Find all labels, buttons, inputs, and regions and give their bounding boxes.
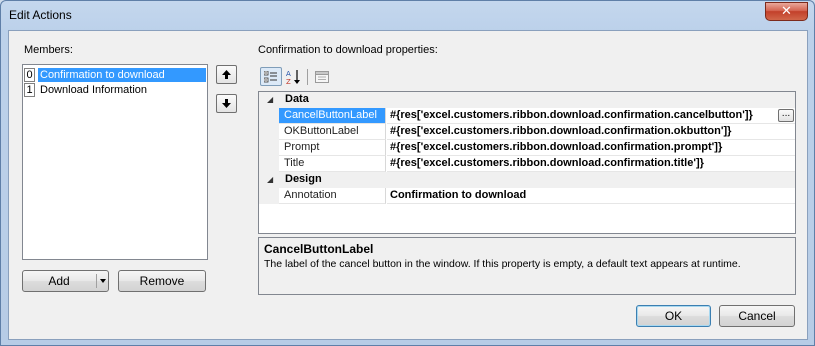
property-name[interactable]: Annotation <box>279 188 386 204</box>
title-bar[interactable]: Edit Actions ✕ <box>1 1 814 31</box>
ellipsis-button[interactable]: ... <box>778 109 794 122</box>
category-name: Data <box>285 93 309 105</box>
svg-text:Z: Z <box>286 78 291 85</box>
alphabetical-view-button[interactable]: A Z <box>284 67 304 86</box>
list-item-label: Download Information <box>40 83 148 96</box>
property-value[interactable]: #{res['excel.customers.ribbon.download.c… <box>387 140 795 156</box>
category-row-data[interactable]: ◢ Data <box>259 92 795 108</box>
property-row[interactable]: Title #{res['excel.customers.ribbon.down… <box>259 156 795 172</box>
dialog-client-area: Members: 0 Confirmation to download 1 Do… <box>8 30 808 340</box>
collapse-triangle-icon[interactable]: ◢ <box>267 175 273 184</box>
members-label: Members: <box>24 44 73 56</box>
edit-actions-dialog: Edit Actions ✕ Members: 0 Confirmation t… <box>0 0 815 346</box>
cancel-button[interactable]: Cancel <box>719 305 795 327</box>
property-pages-icon <box>315 71 329 83</box>
list-item[interactable]: 1 Download Information <box>24 82 206 97</box>
help-description: The label of the cancel button in the wi… <box>264 258 741 270</box>
move-up-button[interactable] <box>216 65 237 84</box>
row-gutter <box>259 156 279 172</box>
property-name[interactable]: OKButtonLabel <box>279 124 386 140</box>
property-help-panel: CancelButtonLabel The label of the cance… <box>258 237 796 295</box>
categorized-icon <box>264 70 277 82</box>
arrow-up-icon <box>222 70 231 79</box>
property-name[interactable]: CancelButtonLabel <box>279 108 386 124</box>
collapse-triangle-icon[interactable]: ◢ <box>267 95 273 104</box>
categorized-view-button[interactable] <box>260 67 282 86</box>
row-gutter <box>259 140 279 156</box>
category-name: Design <box>285 173 322 185</box>
property-row[interactable]: CancelButtonLabel #{res['excel.customers… <box>259 108 795 124</box>
add-split-button[interactable]: Add <box>22 270 109 292</box>
properties-heading: Confirmation to download properties: <box>258 44 438 56</box>
property-grid[interactable]: ◢ Data CancelButtonLabel #{res['excel.cu… <box>258 91 796 234</box>
row-gutter <box>259 188 279 204</box>
property-name[interactable]: Title <box>279 156 386 172</box>
window-title: Edit Actions <box>9 8 72 22</box>
cancel-button-label: Cancel <box>738 309 776 323</box>
property-row[interactable]: OKButtonLabel #{res['excel.customers.rib… <box>259 124 795 140</box>
list-item[interactable]: 0 Confirmation to download <box>24 67 206 82</box>
svg-text:A: A <box>286 70 291 78</box>
move-down-button[interactable] <box>216 94 237 113</box>
split-divider <box>96 274 97 288</box>
add-button-label: Add <box>48 274 70 288</box>
toolbar-separator <box>307 69 308 85</box>
property-row[interactable]: Annotation Confirmation to download <box>259 188 795 204</box>
property-name[interactable]: Prompt <box>279 140 386 156</box>
category-row-design[interactable]: ◢ Design <box>259 172 795 188</box>
remove-button-label: Remove <box>139 274 185 288</box>
ok-button[interactable]: OK <box>636 305 711 327</box>
property-pages-button[interactable] <box>313 68 331 86</box>
row-gutter <box>259 108 279 124</box>
property-value[interactable]: #{res['excel.customers.ribbon.download.c… <box>387 156 795 172</box>
help-title: CancelButtonLabel <box>264 242 374 256</box>
list-item-index: 0 <box>24 67 35 82</box>
property-value[interactable]: #{res['excel.customers.ribbon.download.c… <box>387 124 795 140</box>
members-list[interactable]: 0 Confirmation to download 1 Download In… <box>22 64 208 260</box>
list-item-label: Confirmation to download <box>38 67 206 82</box>
alphabetical-icon: A Z <box>286 69 300 85</box>
row-gutter <box>259 124 279 140</box>
arrow-down-icon <box>222 99 231 108</box>
property-value[interactable]: Confirmation to download <box>387 188 795 204</box>
property-row[interactable]: Prompt #{res['excel.customers.ribbon.dow… <box>259 140 795 156</box>
remove-button[interactable]: Remove <box>118 270 206 292</box>
list-item-index: 1 <box>24 82 35 97</box>
property-value[interactable]: #{res['excel.customers.ribbon.download.c… <box>387 108 795 124</box>
close-icon: ✕ <box>781 4 792 19</box>
close-button[interactable]: ✕ <box>765 2 808 21</box>
ok-button-label: OK <box>664 309 683 323</box>
dropdown-arrow-icon[interactable] <box>100 279 106 283</box>
